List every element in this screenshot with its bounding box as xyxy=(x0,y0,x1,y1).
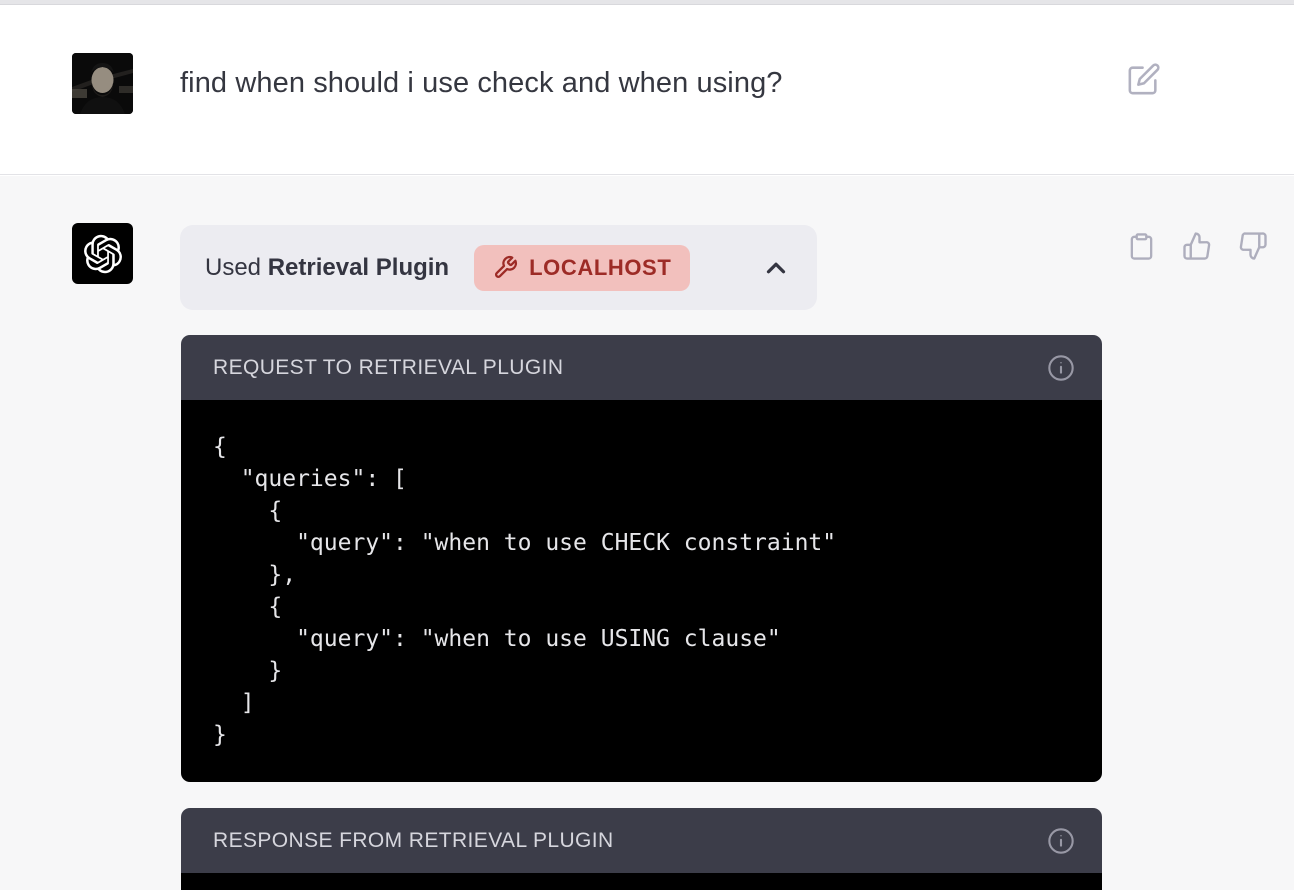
pencil-square-icon xyxy=(1127,62,1161,96)
response-panel: RESPONSE FROM RETRIEVAL PLUGIN xyxy=(181,808,1102,890)
clipboard-icon xyxy=(1127,230,1156,263)
copy-button[interactable] xyxy=(1126,230,1156,264)
response-panel-header: RESPONSE FROM RETRIEVAL PLUGIN xyxy=(181,808,1102,873)
chatgpt-avatar xyxy=(72,223,133,284)
edit-message-button[interactable] xyxy=(1126,62,1162,98)
thumbs-down-icon xyxy=(1238,231,1268,261)
plugin-usage-label: Used Retrieval Plugin xyxy=(205,254,449,282)
assistant-message-row: Used Retrieval Plugin LOCALHOST xyxy=(0,176,1294,890)
user-message-row: find when should i use check and when us… xyxy=(0,6,1294,175)
chevron-up-icon xyxy=(761,253,791,283)
thumbs-down-button[interactable] xyxy=(1238,230,1268,264)
plugin-name: Retrieval Plugin xyxy=(268,254,449,281)
request-code-block: { "queries": [ { "query": "when to use C… xyxy=(181,400,1102,782)
localhost-badge: LOCALHOST xyxy=(474,245,690,291)
info-button[interactable] xyxy=(1047,354,1075,382)
thumbs-up-icon xyxy=(1182,231,1212,261)
info-icon xyxy=(1047,827,1075,855)
request-panel-header: REQUEST TO RETRIEVAL PLUGIN xyxy=(181,335,1102,400)
info-icon xyxy=(1047,354,1075,382)
chat-screen: find when should i use check and when us… xyxy=(0,0,1294,890)
badge-label: LOCALHOST xyxy=(529,255,671,281)
response-code-block xyxy=(181,873,1102,890)
user-avatar xyxy=(72,53,133,114)
wrench-icon xyxy=(493,255,518,280)
request-panel-title: REQUEST TO RETRIEVAL PLUGIN xyxy=(213,356,563,380)
user-photo xyxy=(72,53,133,114)
response-panel-title: RESPONSE FROM RETRIEVAL PLUGIN xyxy=(213,829,614,853)
plugin-usage-toggle[interactable]: Used Retrieval Plugin LOCALHOST xyxy=(180,225,817,310)
previous-message-edge xyxy=(0,0,1294,5)
thumbs-up-button[interactable] xyxy=(1182,230,1212,264)
message-actions xyxy=(1126,230,1268,264)
user-message-text: find when should i use check and when us… xyxy=(180,64,783,102)
info-button[interactable] xyxy=(1047,827,1075,855)
request-panel: REQUEST TO RETRIEVAL PLUGIN { "queries":… xyxy=(181,335,1102,782)
openai-logo-icon xyxy=(83,234,123,274)
